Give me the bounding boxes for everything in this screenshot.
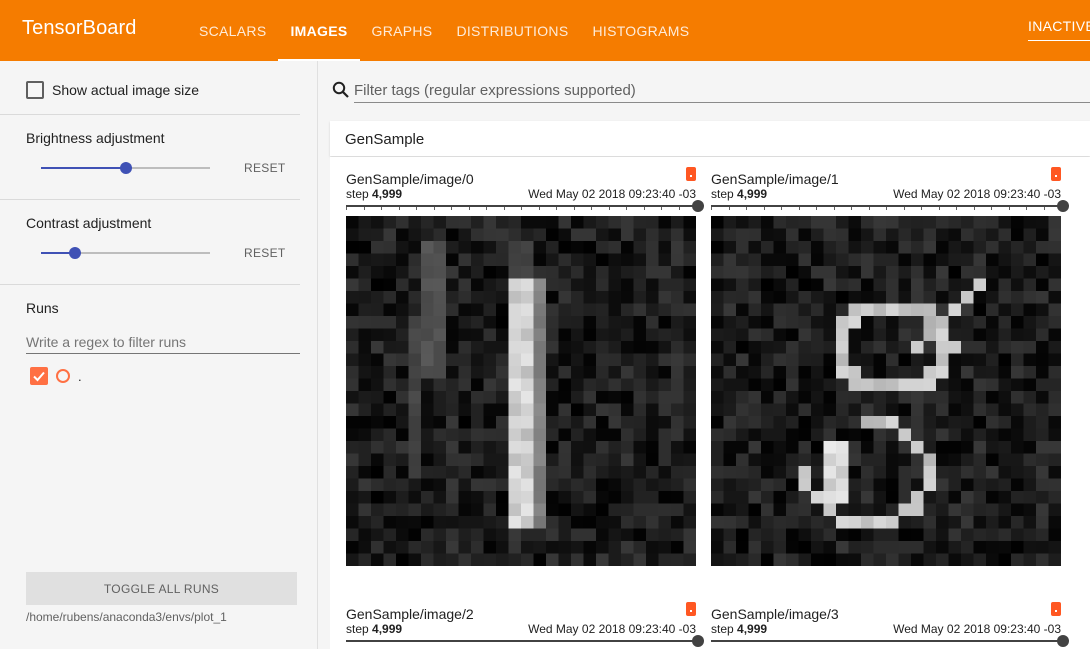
app-title: TensorBoard	[22, 17, 137, 39]
step-slider[interactable]	[711, 640, 1061, 642]
step-label: step	[346, 187, 369, 201]
tab-scalars[interactable]: SCALARS	[187, 0, 278, 61]
tab-distributions[interactable]: DISTRIBUTIONS	[444, 0, 580, 61]
tab-graphs[interactable]: GRAPHS	[360, 0, 445, 61]
step-label: step	[711, 187, 734, 201]
dashboard-tabs: SCALARS IMAGES GRAPHS DISTRIBUTIONS HIST…	[187, 0, 701, 61]
brightness-slider[interactable]	[41, 161, 210, 175]
card-timestamp: Wed May 02 2018 09:23:40 -03	[893, 187, 1061, 201]
run-color-badge[interactable]	[686, 167, 696, 181]
slider-knob[interactable]	[68, 247, 81, 259]
category-title: GenSample	[345, 131, 425, 148]
step-value: 4,999	[737, 187, 768, 201]
step-slider-knob[interactable]	[1057, 200, 1069, 212]
card-step: step 4,999	[711, 187, 767, 201]
card-tag: GenSample/image/3	[711, 606, 839, 622]
card-step: step 4,999	[346, 187, 402, 201]
step-value: 4,999	[737, 622, 768, 636]
card-tag: GenSample/image/1	[711, 171, 839, 187]
top-app-bar: TensorBoard SCALARS IMAGES GRAPHS DISTRI…	[0, 0, 1090, 61]
step-slider-knob[interactable]	[692, 635, 704, 647]
step-slider-knob[interactable]	[692, 200, 704, 212]
step-slider-knob[interactable]	[1057, 635, 1069, 647]
contrast-reset-button[interactable]: RESET	[244, 246, 286, 260]
contrast-title: Contrast adjustment	[26, 215, 152, 231]
runs-title: Runs	[26, 300, 59, 316]
divider	[0, 284, 300, 285]
circle-icon[interactable]	[56, 369, 70, 383]
image-card-grid: GenSample/image/0 step 4,999 Wed May 02 …	[330, 157, 1090, 649]
contrast-slider[interactable]	[41, 246, 210, 260]
brightness-title: Brightness adjustment	[26, 130, 165, 146]
card-tag: GenSample/image/0	[346, 171, 474, 187]
card-tag: GenSample/image/2	[346, 606, 474, 622]
tab-histograms[interactable]: HISTOGRAMS	[580, 0, 701, 61]
run-name: .	[78, 368, 82, 384]
step-ticks	[711, 207, 1061, 210]
step-label: step	[346, 622, 369, 636]
tag-filter-input[interactable]	[354, 78, 1090, 103]
run-color-badge[interactable]	[1051, 167, 1061, 181]
generated-image[interactable]	[711, 216, 1061, 566]
run-checkbox[interactable]	[30, 367, 48, 385]
tab-images[interactable]: IMAGES	[278, 0, 360, 61]
step-label: step	[711, 622, 734, 636]
run-item: .	[30, 367, 82, 385]
card-step: step 4,999	[711, 622, 767, 636]
run-color-badge[interactable]	[686, 602, 696, 616]
show-actual-size-toggle[interactable]: Show actual image size	[26, 81, 199, 99]
step-slider[interactable]	[346, 640, 696, 642]
show-actual-size-checkbox[interactable]	[26, 81, 44, 99]
checkmark-icon	[33, 371, 45, 382]
sidebar: Show actual image size Brightness adjust…	[0, 61, 318, 649]
show-actual-size-label: Show actual image size	[52, 82, 200, 98]
search-icon	[332, 81, 349, 98]
step-value: 4,999	[372, 187, 403, 201]
card-timestamp: Wed May 02 2018 09:23:40 -03	[528, 187, 696, 201]
toggle-all-runs-button[interactable]: TOGGLE ALL RUNS	[26, 572, 297, 605]
slider-fill	[41, 167, 126, 169]
generated-image[interactable]	[346, 216, 696, 566]
card-timestamp: Wed May 02 2018 09:23:40 -03	[893, 622, 1061, 636]
step-ticks	[346, 207, 696, 210]
card-step: step 4,999	[346, 622, 402, 636]
runs-filter-input[interactable]	[26, 331, 300, 354]
slider-knob[interactable]	[119, 162, 132, 174]
step-value: 4,999	[372, 622, 403, 636]
inactive-dropdown[interactable]: INACTIVE	[1028, 18, 1090, 41]
digit-image-1	[346, 216, 696, 566]
card-timestamp: Wed May 02 2018 09:23:40 -03	[528, 622, 696, 636]
brightness-reset-button[interactable]: RESET	[244, 161, 286, 175]
logdir-path: /home/rubens/anaconda3/envs/plot_1	[26, 610, 227, 624]
main-panel: GenSample GenSample/image/0 step 4,999 W…	[318, 61, 1090, 649]
digit-image-3	[711, 216, 1061, 566]
category-header[interactable]: GenSample	[330, 121, 1090, 156]
divider	[0, 114, 300, 115]
run-color-badge[interactable]	[1051, 602, 1061, 616]
divider	[0, 199, 300, 200]
